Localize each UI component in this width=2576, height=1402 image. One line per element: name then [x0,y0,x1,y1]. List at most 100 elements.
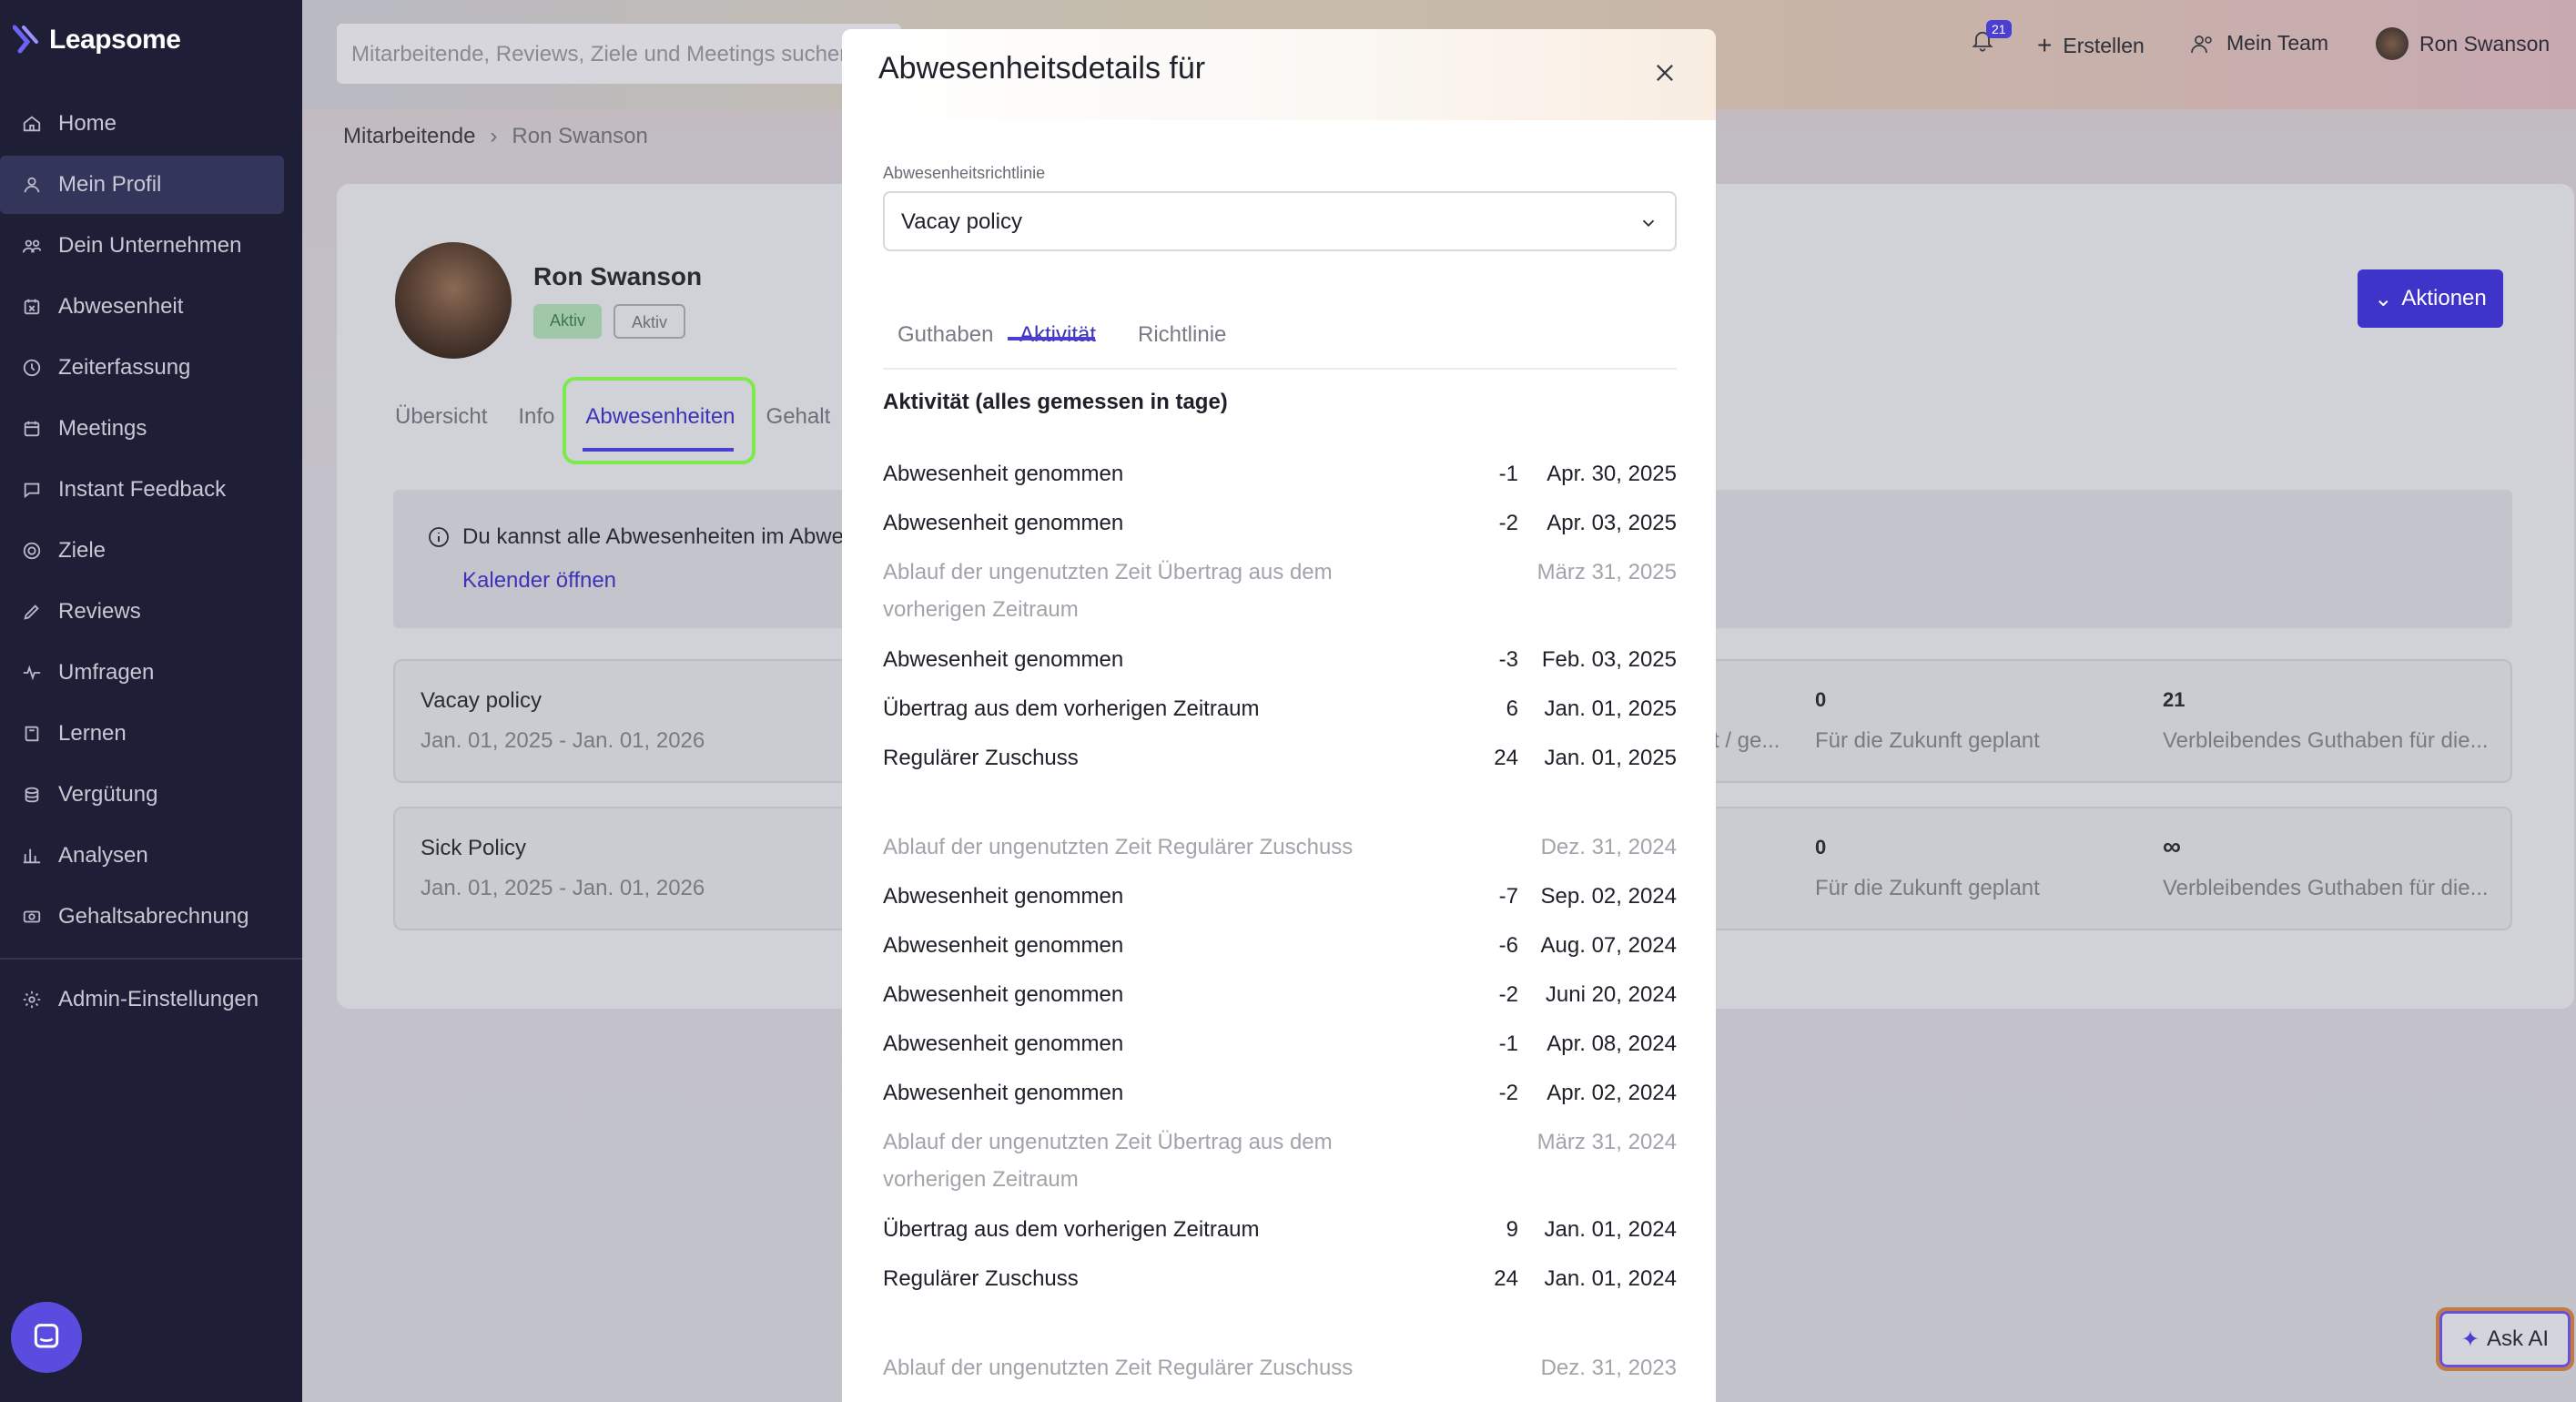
activity-amount: -7 [1499,1398,1518,1402]
sidebar-divider [0,958,302,960]
activity-label: Abwesenheit genommen [883,462,1124,486]
target-icon [22,541,42,561]
activity-label: Abwesenheit genommen [883,884,1124,909]
remaining-label: Verbleibendes Guthaben für die... [2163,876,2489,900]
team-icon [2191,35,2212,53]
sidebar-item-label: Zeiterfassung [58,355,191,380]
activity-label: Abwesenheit genommen [883,1398,1393,1402]
activity-amount: 24 [1494,1266,1518,1291]
planned-count: 0 [1815,836,1827,858]
close-icon [1657,65,1673,81]
sidebar-item-gehaltsabrechnung[interactable]: Gehaltsabrechnung [0,888,302,946]
activity-date: Jan. 01, 2025 [1544,746,1677,770]
activity-date: Sep. 02, 2024 [1540,884,1677,909]
activity-date: Dez. 27, 2023 [1541,1398,1677,1402]
tab-policy[interactable]: Richtlinie [1138,288,1226,368]
sidebar-item-label: Home [58,111,117,136]
tab-absences-underline [583,448,734,452]
activity-label: Abwesenheit genommen [883,1081,1124,1105]
sidebar-item-zeiterfassung[interactable]: Zeiterfassung [0,339,302,397]
sidebar: Leapsome Home Mein Profil Dein Unternehmen… [0,0,302,1402]
tab-activity[interactable]: Aktivität [1019,288,1096,368]
activity-label: Ablauf der ungenutzten Zeit Regulärer Zu… [883,835,1354,859]
activity-date: Aug. 07, 2024 [1540,933,1677,958]
activity-date: Jan. 01, 2024 [1544,1217,1677,1242]
activity-amount: -1 [1498,1031,1518,1056]
actions-label: Aktionen [2401,286,2487,310]
chevron-down-icon: ⌄ [2374,286,2393,311]
activity-date: Apr. 08, 2024 [1547,1031,1677,1056]
planned-label: Für die Zukunft geplant [1815,728,2040,753]
activity-amount: -3 [1498,647,1518,672]
absence-details-modal: Abwesenheitsdetails für Abwesenheitsrich… [842,29,1716,1402]
notification-count: 21 [1986,20,2012,38]
activity-date: Apr. 30, 2025 [1547,462,1677,486]
activity-row: Abwesenheit genommen -2 Juni 20, 2024 [883,976,1677,1013]
sidebar-item-analysen[interactable]: Analysen [0,827,302,885]
activity-row: Übertrag aus dem vorherigen Zeitraum 9 Jan… [883,1211,1677,1248]
sidebar-item-meetings[interactable]: Meetings [0,400,302,458]
home-icon [22,114,42,134]
activity-label: Ablauf der ungenutzten Zeit Übertrag aus… [883,560,1333,622]
activity-amount: -6 [1498,933,1518,958]
activity-label: Regulärer Zuschuss [883,1266,1079,1291]
sidebar-item-admin-settings[interactable]: Admin-Einstellungen [0,970,302,1029]
sidebar-item-umfragen[interactable]: Umfragen [0,644,302,702]
sidebar-item-mein-profil[interactable]: Mein Profil [0,156,284,214]
activity-row: Abwesenheit genommen -7 Dez. 27, 2023 [883,1398,1677,1402]
policy-select[interactable]: Vacay policy [883,191,1677,251]
user-menu[interactable]: Ron Swanson [2376,27,2550,60]
activity-date: Apr. 03, 2025 [1547,511,1677,535]
sidebar-item-label: Gehaltsabrechnung [58,904,249,929]
sidebar-item-vergütung[interactable]: Vergütung [0,766,302,824]
tab-balance[interactable]: Guthaben [898,288,993,368]
search-input[interactable]: Mitarbeitende, Reviews, Ziele und Meetin… [337,24,901,84]
tab-salary[interactable]: Gehalt [766,404,831,430]
notifications-button[interactable]: 21 [1970,20,2012,53]
sidebar-item-instant-feedback[interactable]: Instant Feedback [0,461,302,519]
activity-date: Feb. 03, 2025 [1541,647,1677,672]
sidebar-admin: Admin-Einstellungen [0,970,302,1031]
actions-button[interactable]: ⌄ Aktionen [2358,269,2503,328]
policy-partial-label: t / ge... [1713,728,1780,753]
chat-launcher-button[interactable] [11,1302,82,1373]
ask-ai-button[interactable]: ✦ Ask AI [2436,1307,2574,1371]
create-button[interactable]: + Erstellen [2037,31,2145,60]
my-team-button[interactable]: Mein Team [2190,31,2328,56]
close-button[interactable] [1647,55,1683,91]
logo[interactable]: Leapsome [12,24,181,56]
tab-overview[interactable]: Übersicht [395,404,487,430]
tab-info[interactable]: Info [518,404,554,430]
sidebar-item-home[interactable]: Home [0,95,302,153]
sidebar-item-label: Meetings [58,416,147,441]
policy-field-label: Abwesenheitsrichtlinie [883,164,1046,182]
sidebar-item-dein-unternehmen[interactable]: Dein Unternehmen [0,217,302,275]
pulse-icon [22,663,42,683]
activity-label: Ablauf der ungenutzten Zeit Regulärer Zu… [883,1356,1354,1380]
activity-row: Ablauf der ungenutzten Zeit Übertrag aus… [883,554,1677,628]
clock-icon [22,358,42,378]
sidebar-item-abwesenheit[interactable]: Abwesenheit [0,278,302,336]
plus-icon: + [2037,31,2053,59]
activity-amount: 6 [1506,696,1518,721]
sidebar-item-reviews[interactable]: Reviews [0,583,302,641]
user-icon [22,175,42,195]
tab-activity-underline [1008,337,1095,340]
breadcrumb-parent[interactable]: Mitarbeitende [343,124,475,149]
open-calendar-link[interactable]: Kalender öffnen [462,568,616,594]
calendar-icon [22,419,42,439]
sidebar-item-lernen[interactable]: Lernen [0,705,302,763]
activity-date: Dez. 31, 2023 [1540,1356,1677,1380]
coins-icon [22,785,42,805]
activity-row: Abwesenheit genommen -7 Sep. 02, 2024 [883,878,1677,915]
info-text: Du kannst alle Abwesenheiten im Abwe [462,524,844,549]
activity-section-title: Aktivität (alles gemessen in tage) [883,390,1228,414]
activity-amount: -2 [1498,982,1518,1007]
sidebar-item-ziele[interactable]: Ziele [0,522,302,580]
modal-header: Abwesenheitsdetails für [842,29,1716,120]
info-icon [428,526,450,553]
sidebar-item-label: Admin-Einstellungen [58,987,259,1011]
gear-icon [22,990,42,1010]
activity-row: Ablauf der ungenutzten Zeit Übertrag aus… [883,1123,1677,1198]
chevron-right-icon: › [490,124,498,148]
